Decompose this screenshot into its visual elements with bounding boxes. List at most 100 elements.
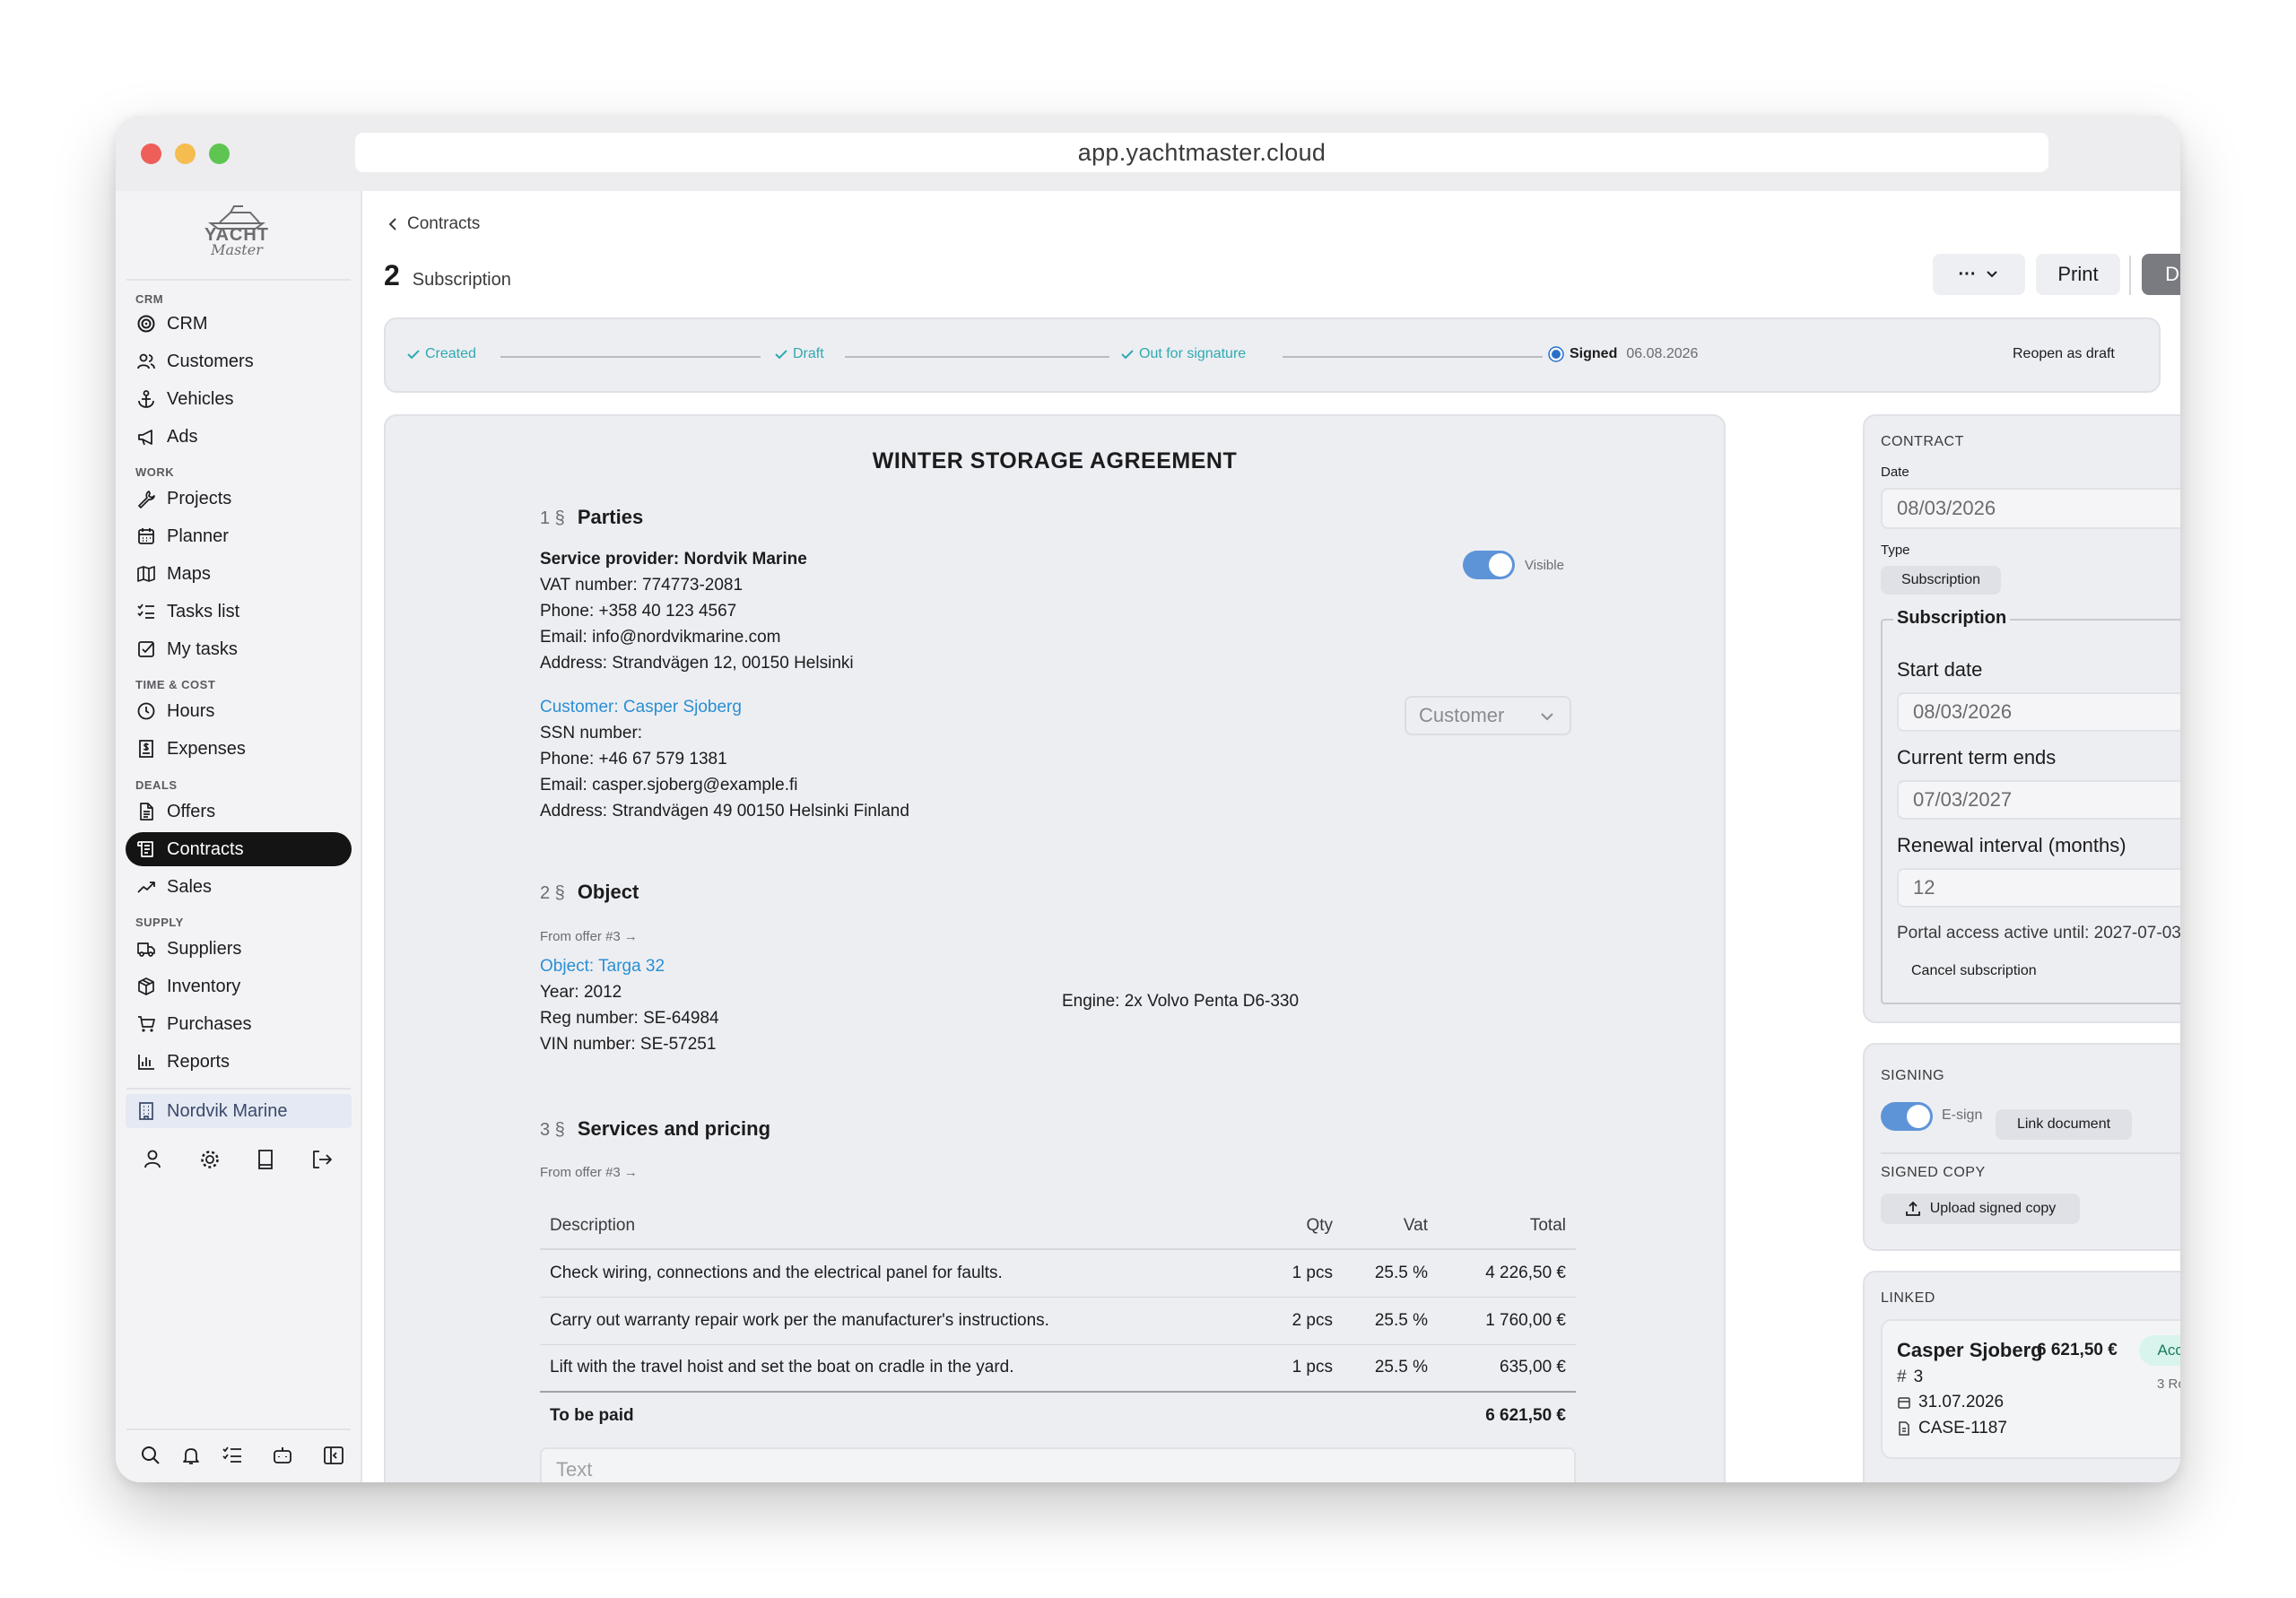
start-date-input[interactable]: 08/03/2026: [1897, 692, 2180, 732]
sidebar-item-offers[interactable]: Offers: [126, 795, 352, 829]
linked-customer-name: Casper Sjoberg: [1897, 1339, 2043, 1361]
download-button[interactable]: Download: [2142, 254, 2180, 295]
table-row[interactable]: Carry out warranty repair work per the m…: [540, 1297, 1576, 1345]
renewal-interval-input[interactable]: 12: [1897, 868, 2180, 908]
sidebar-item-label: Expenses: [167, 738, 246, 759]
sidebar-item-crm[interactable]: CRM: [126, 307, 352, 341]
log-out-icon[interactable]: [309, 1147, 335, 1172]
table-row[interactable]: Check wiring, connections and the electr…: [540, 1249, 1576, 1298]
book-icon[interactable]: [253, 1147, 278, 1172]
panel-title: SIGNING: [1881, 1068, 1945, 1083]
sidebar-item-label: CRM: [167, 313, 208, 334]
sidebar-item-inventory[interactable]: Inventory: [126, 969, 352, 1003]
sidebar-item-my-tasks[interactable]: My tasks: [126, 632, 352, 666]
sidebar-section-work: WORK: [135, 465, 175, 479]
yacht-master-logo[interactable]: YACHT Master: [170, 204, 304, 263]
print-button[interactable]: Print: [2036, 254, 2120, 295]
sidebar-item-label: Suppliers: [167, 938, 242, 959]
renewal-interval-label: Renewal interval (months): [1897, 834, 2126, 856]
date-input[interactable]: 08/03/2026: [1881, 488, 2180, 529]
user-icon[interactable]: [140, 1147, 165, 1172]
bell-icon[interactable]: [178, 1443, 204, 1468]
row-total: 1 760,00 €: [1438, 1297, 1576, 1345]
section-heading-services: 3 § Services and pricing: [540, 1117, 770, 1141]
term-ends-input[interactable]: 07/03/2027: [1897, 780, 2180, 820]
linked-number-value: 3: [1913, 1368, 1924, 1386]
sidebar-item-purchases[interactable]: Purchases: [126, 1007, 352, 1041]
megaphone-icon: [138, 430, 152, 446]
linked-offer-card[interactable]: Casper Sjoberg 6 621,50 € Accepted # 3 3…: [1881, 1319, 2180, 1459]
date-value: 08/03/2026: [1897, 497, 1996, 519]
step-label: Signed: [1570, 346, 1618, 361]
provider-email: Email: info@nordvikmarine.com: [540, 628, 781, 647]
organization-switcher[interactable]: Nordvik Marine: [126, 1094, 352, 1128]
status-badge: Accepted: [2139, 1335, 2180, 1366]
sidebar-item-planner[interactable]: Planner: [126, 519, 352, 553]
row-vat: 25.5 %: [1343, 1344, 1438, 1393]
row-description: Carry out warranty repair work per the m…: [540, 1297, 1244, 1345]
robot-icon[interactable]: [270, 1443, 295, 1468]
sidebar-item-customers[interactable]: Customers: [126, 344, 352, 378]
sidebar-section-supply: SUPPLY: [135, 916, 184, 929]
services-from-offer-link[interactable]: From offer #3 →: [540, 1159, 638, 1185]
section-number: 1 §: [540, 508, 565, 528]
step-label: Created: [425, 346, 476, 361]
more-actions-button[interactable]: ···: [1933, 254, 2025, 295]
visible-toggle[interactable]: [1463, 551, 1515, 579]
sidebar-item-projects[interactable]: Projects: [126, 482, 352, 516]
step-signed: Signed 06.08.2026: [1548, 346, 1698, 362]
sidebar-item-expenses[interactable]: Expenses: [126, 732, 352, 766]
minimize-window-button[interactable]: [175, 143, 196, 164]
breadcrumb[interactable]: Contracts: [387, 214, 480, 234]
sidebar-item-ads[interactable]: Ads: [126, 420, 352, 454]
link-document-button[interactable]: Link document: [1996, 1109, 2132, 1140]
customer-link[interactable]: Customer: Casper Sjoberg: [540, 694, 742, 720]
list-checks-icon[interactable]: [220, 1443, 245, 1468]
sidebar-item-label: Purchases: [167, 1013, 252, 1034]
maximize-window-button[interactable]: [209, 143, 230, 164]
toolbar-divider: [2129, 256, 2131, 295]
text-input[interactable]: Text: [540, 1447, 1576, 1482]
sidebar-item-sales[interactable]: Sales: [126, 870, 352, 904]
address-bar[interactable]: app.yachtmaster.cloud: [355, 133, 2048, 172]
cancel-subscription-button[interactable]: Cancel subscription: [1897, 954, 2051, 988]
sidebar-item-contracts[interactable]: Contracts: [126, 832, 352, 866]
check-icon: [407, 350, 420, 360]
panel-title: LINKED: [1881, 1290, 1935, 1306]
sidebar-item-suppliers[interactable]: Suppliers: [126, 932, 352, 966]
close-window-button[interactable]: [141, 143, 161, 164]
term-ends-label: Current term ends: [1897, 746, 2057, 769]
sidebar-item-vehicles[interactable]: Vehicles: [126, 382, 352, 416]
signing-panel: SIGNING 2 E-sign Link document SIGNED CO…: [1863, 1043, 2180, 1251]
reopen-as-draft-button[interactable]: Reopen as draft: [2013, 346, 2115, 362]
sidebar-item-tasks-list[interactable]: Tasks list: [126, 595, 352, 629]
more-icon: ···: [1958, 264, 1977, 284]
object-reg-number: Reg number: SE-64984: [540, 1009, 719, 1028]
upload-signed-copy-button[interactable]: Upload signed copy: [1881, 1194, 2080, 1224]
rows-expander[interactable]: 3 Rows: [2157, 1377, 2180, 1392]
main-content: Contracts 2 Subscription ··· Print Downl…: [362, 191, 2180, 1482]
portal-access-text: Portal access active until: 2027-07-03: [1897, 924, 2180, 942]
table-row[interactable]: Lift with the travel hoist and set the b…: [540, 1344, 1576, 1393]
linked-case: CASE-1187: [1897, 1419, 2007, 1438]
sidebar-item-reports[interactable]: Reports: [126, 1045, 352, 1079]
party-role-select[interactable]: Customer: [1405, 696, 1571, 735]
empty-cell: [1343, 1391, 1438, 1439]
signed-copy-title: SIGNED COPY: [1881, 1165, 1986, 1180]
total-value: 6 621,50 €: [1438, 1391, 1576, 1439]
table-header-row: Description Qty Vat Total: [540, 1203, 1576, 1250]
sidebar-item-label: Maps: [167, 563, 211, 584]
e-sign-toggle[interactable]: [1881, 1102, 1933, 1131]
breadcrumb-link[interactable]: Contracts: [407, 214, 480, 234]
app: YACHT Master CRM CRM Customers Vehicles …: [116, 191, 2180, 1482]
object-link[interactable]: Object: Targa 32: [540, 953, 665, 979]
sidebar-collapse-icon[interactable]: [321, 1443, 346, 1468]
search-icon[interactable]: [138, 1443, 163, 1468]
sidebar-item-maps[interactable]: Maps: [126, 557, 352, 591]
anchor-icon: [138, 390, 154, 408]
sidebar-item-label: Projects: [167, 488, 232, 508]
object-from-offer-link[interactable]: From offer #3 →: [540, 924, 638, 950]
sidebar-item-hours[interactable]: Hours: [126, 694, 352, 728]
gear-icon[interactable]: [197, 1147, 222, 1172]
type-badge: Subscription: [1881, 566, 2001, 595]
